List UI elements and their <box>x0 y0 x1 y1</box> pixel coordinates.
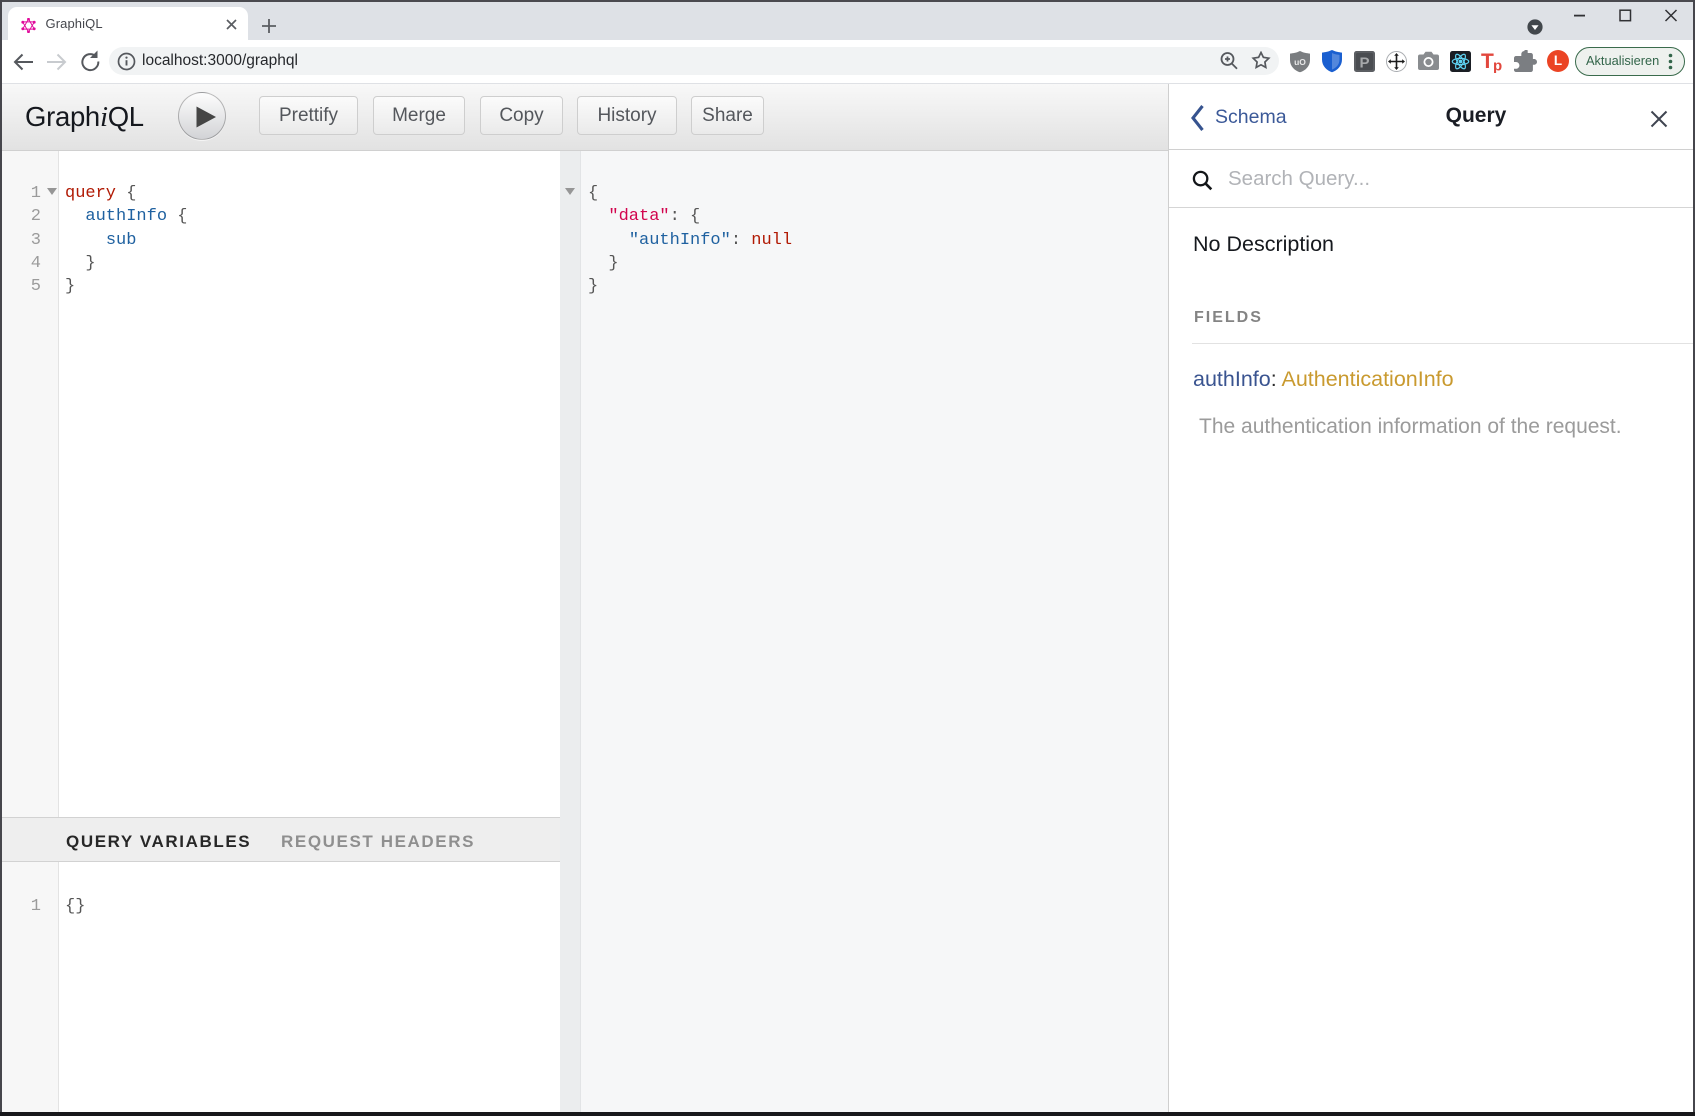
svg-text:uO: uO <box>1294 57 1306 67</box>
svg-text:p: p <box>1493 58 1502 74</box>
svg-text:P: P <box>1359 55 1369 72</box>
